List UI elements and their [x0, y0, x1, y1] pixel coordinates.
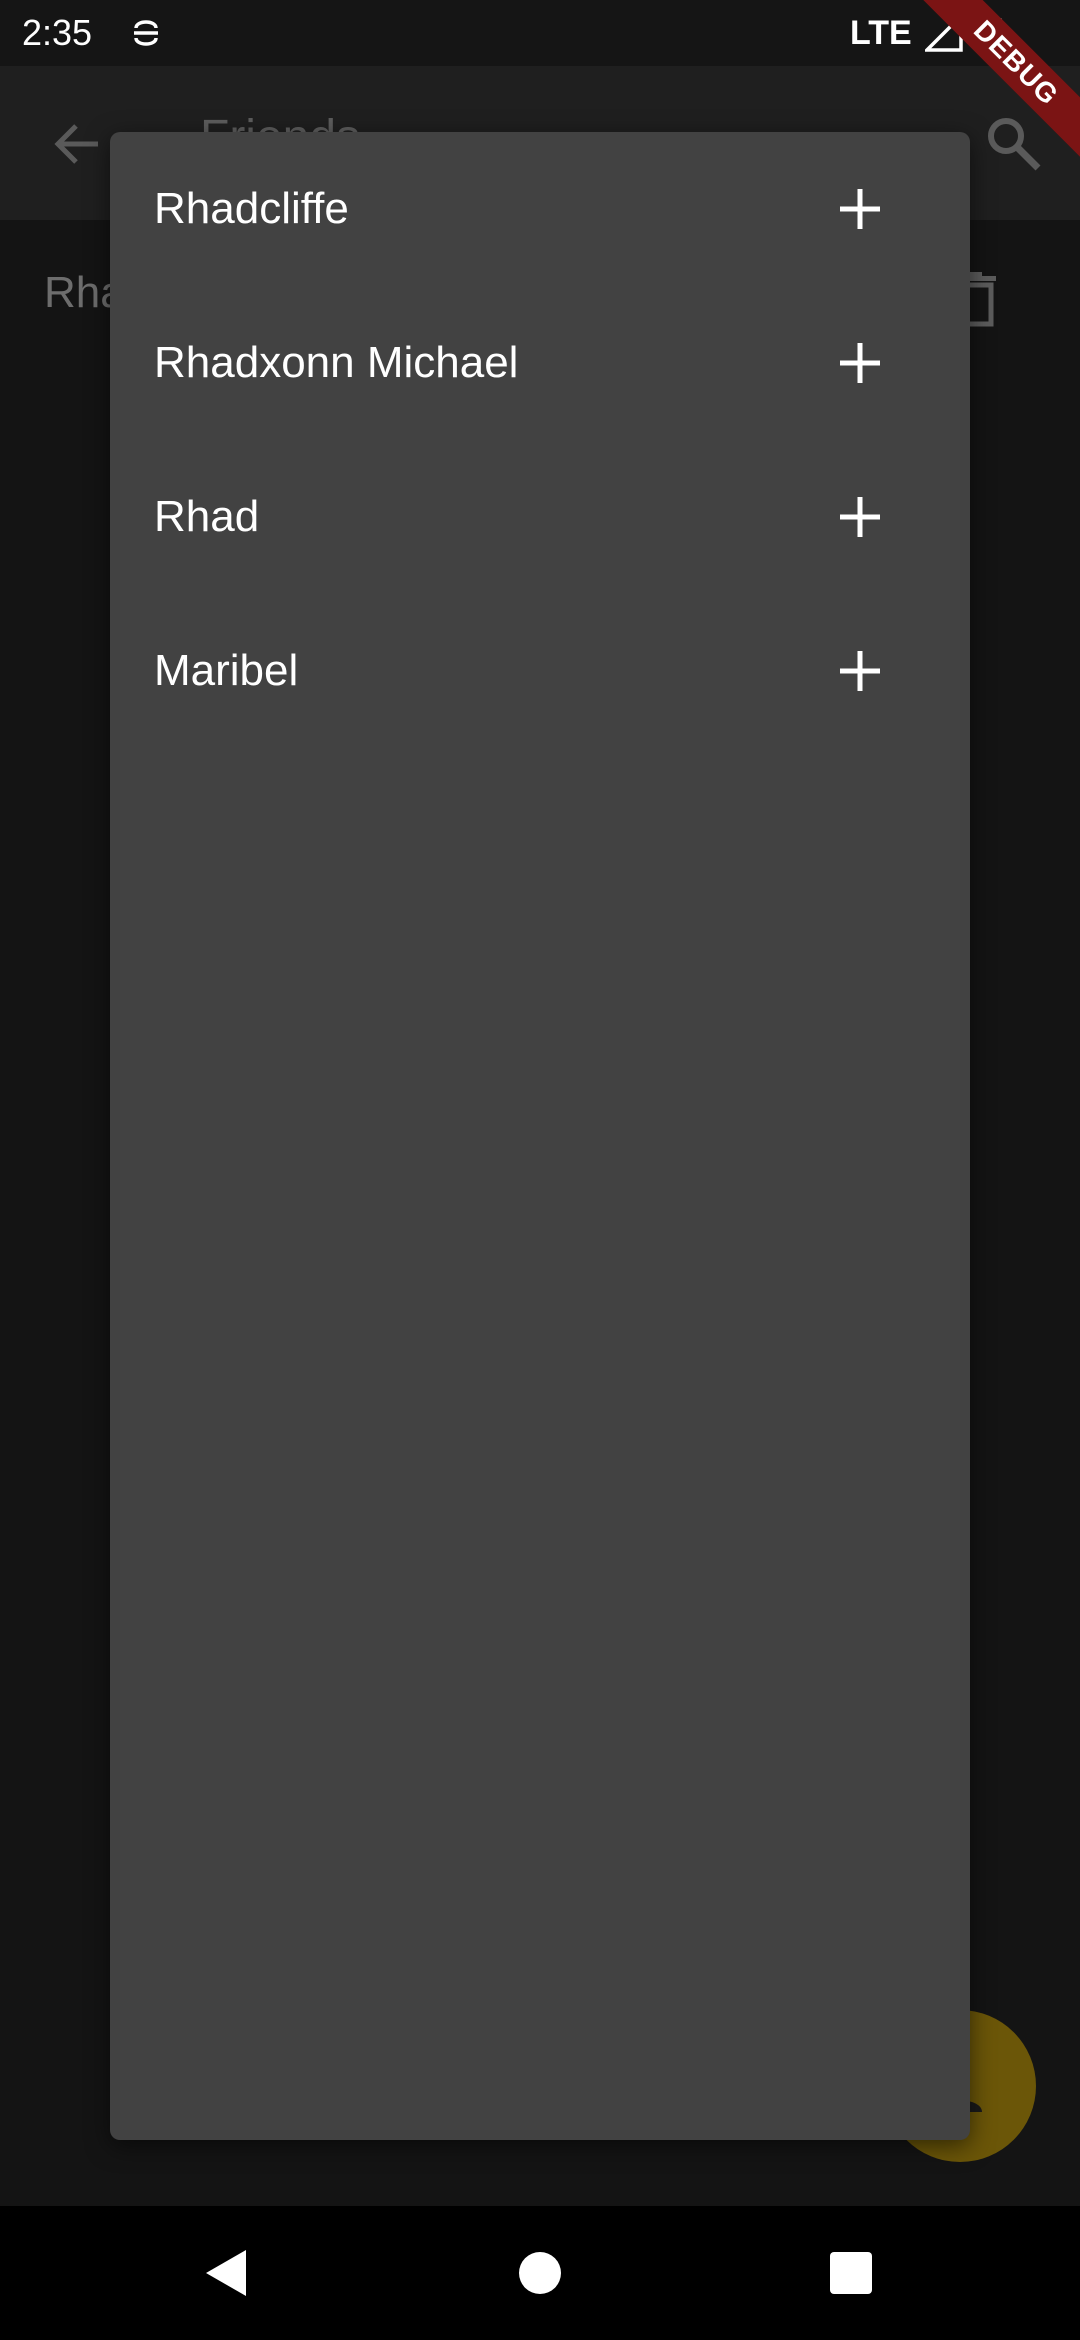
suggestions-dropdown: Rhadcliffe Rhadxonn Michael Rhad Maribel	[110, 132, 970, 2140]
plus-icon[interactable]	[838, 649, 882, 693]
system-navigation-bar	[0, 2206, 1080, 2340]
dropdown-item-label: Maribel	[154, 646, 299, 695]
status-time: 2:35	[22, 12, 93, 53]
debug-ribbon-label: DEBUG	[916, 0, 1080, 163]
dropdown-item-label: Rhadxonn Michael	[154, 338, 519, 387]
nav-recents-icon[interactable]	[830, 2252, 872, 2294]
dropdown-item-label: Rhadcliffe	[154, 184, 349, 233]
plus-icon[interactable]	[838, 341, 882, 385]
debug-banner: DEBUG	[900, 0, 1080, 180]
nav-home-icon[interactable]	[518, 2251, 562, 2295]
sync-notification-icon	[134, 20, 158, 46]
plus-icon[interactable]	[838, 187, 882, 231]
dropdown-item[interactable]: Maribel	[110, 594, 970, 748]
dropdown-item-label: Rhad	[154, 492, 260, 541]
plus-icon[interactable]	[838, 495, 882, 539]
arrow-back-icon[interactable]	[50, 116, 106, 172]
dropdown-item[interactable]: Rhad	[110, 440, 970, 594]
dropdown-item[interactable]: Rhadcliffe	[110, 132, 970, 286]
nav-back-icon[interactable]	[204, 2248, 248, 2298]
dropdown-item[interactable]: Rhadxonn Michael	[110, 286, 970, 440]
